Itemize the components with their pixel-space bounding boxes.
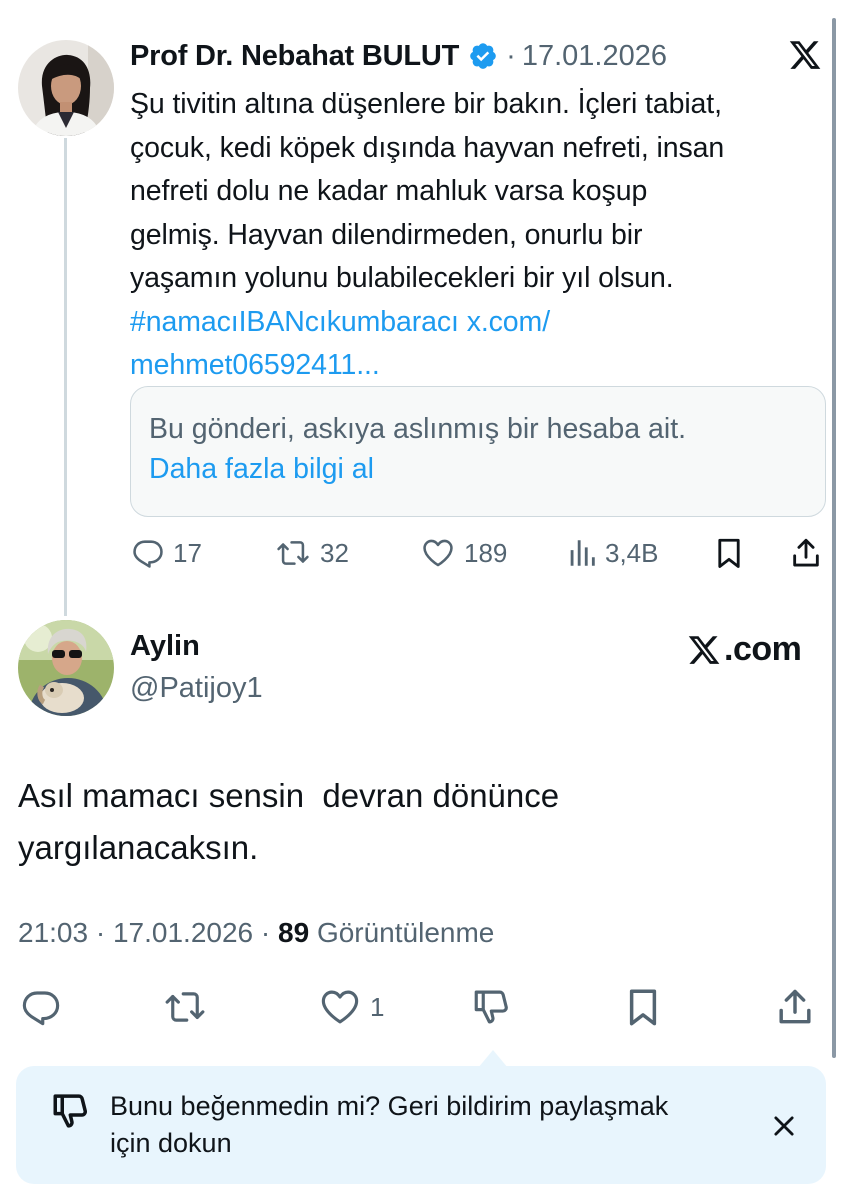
reply-text-line: Asıl mamacı sensin devran dönünce bbox=[18, 777, 560, 814]
dislike-icon bbox=[474, 990, 508, 1024]
quoted-tweet-text: Şu tivitin altına düşenlere bir bakın. İ… bbox=[130, 83, 830, 388]
quoted-author-name[interactable]: Prof Dr. Nebahat BULUT bbox=[130, 40, 459, 73]
quoted-text-line: gelmiş. Hayvan dilendirmeden, onurlu bir bbox=[130, 218, 643, 251]
hashtag-link[interactable]: #namacıIBANcıkumbaracı bbox=[130, 306, 459, 338]
views-icon bbox=[570, 540, 595, 566]
reply-button[interactable]: 17 bbox=[131, 530, 202, 576]
bookmark-button[interactable] bbox=[714, 530, 744, 576]
repost-count: 32 bbox=[320, 537, 349, 568]
close-icon[interactable] bbox=[770, 1112, 798, 1145]
feedback-message[interactable]: Bunu beğenmedin mi? Geri bildirim paylaş… bbox=[110, 1088, 668, 1162]
url-link-part2[interactable]: mehmet06592411... bbox=[130, 349, 380, 381]
quoted-text-line: çocuk, kedi köpek dışında hayvan nefreti… bbox=[130, 131, 725, 164]
reply-button[interactable] bbox=[20, 984, 62, 1030]
bookmark-icon bbox=[629, 989, 657, 1026]
repost-button[interactable]: 32 bbox=[274, 530, 349, 576]
reply-author-handle[interactable]: @Patijoy1 bbox=[130, 672, 263, 705]
repost-icon bbox=[277, 541, 309, 565]
reply-text-line: yargılanacaksın. bbox=[18, 829, 259, 866]
suspended-notice: Bu gönderi, askıya aslınmış bir hesaba a… bbox=[149, 413, 687, 445]
meta-separator: · bbox=[260, 917, 271, 948]
feedback-line: Bunu beğenmedin mi? Geri bildirim paylaş… bbox=[110, 1091, 669, 1121]
feedback-line: için dokun bbox=[110, 1128, 232, 1158]
reply-views-label: Görüntülenme bbox=[316, 917, 495, 948]
reply-action-bar: 1 bbox=[0, 984, 843, 1030]
quoted-header: Prof Dr. Nebahat BULUT · 17.01.2026 bbox=[130, 36, 667, 76]
repost-icon bbox=[165, 992, 205, 1022]
quoted-date[interactable]: 17.01.2026 bbox=[522, 40, 667, 73]
bookmark-button[interactable] bbox=[624, 984, 662, 1030]
url-link-part1[interactable]: x.com/ bbox=[467, 306, 550, 338]
like-icon bbox=[423, 539, 453, 567]
verified-badge-icon bbox=[470, 43, 496, 69]
learn-more-link[interactable]: Daha fazla bilgi al bbox=[149, 449, 807, 489]
quoted-text-line: yaşamın yolunu bulabilecekleri bir yıl o… bbox=[130, 262, 674, 294]
quoted-author-avatar[interactable] bbox=[18, 40, 114, 136]
x-com-text: .com bbox=[724, 630, 802, 668]
meta-separator: · bbox=[95, 917, 106, 948]
views-count: 3,4B bbox=[605, 537, 659, 568]
like-count: 189 bbox=[464, 537, 508, 568]
dislike-icon bbox=[50, 1090, 92, 1137]
reply-date[interactable]: 17.01.2026 bbox=[113, 917, 253, 948]
x-com-watermark: .com bbox=[686, 630, 802, 669]
repost-button[interactable] bbox=[162, 984, 208, 1030]
x-logo-icon bbox=[688, 635, 720, 664]
share-button[interactable] bbox=[776, 984, 814, 1030]
reply-author-avatar[interactable] bbox=[18, 620, 114, 716]
share-icon bbox=[779, 989, 811, 1024]
reply-icon bbox=[22, 991, 60, 1026]
reply-metadata: 21:03 · 17.01.2026 · 89 Görüntülenme bbox=[18, 917, 494, 949]
like-button[interactable]: 189 bbox=[420, 530, 507, 576]
quoted-separator: · bbox=[506, 39, 516, 72]
reply-tweet-text: Asıl mamacı sensin devran dönünce yargıl… bbox=[18, 770, 798, 874]
reply-icon bbox=[133, 540, 163, 568]
share-button[interactable] bbox=[790, 530, 822, 576]
like-button[interactable]: 1 bbox=[318, 984, 384, 1030]
dislike-button[interactable] bbox=[470, 984, 514, 1030]
x-logo-icon[interactable] bbox=[788, 38, 822, 72]
suspended-account-card: Bu gönderi, askıya aslınmış bir hesaba a… bbox=[130, 386, 826, 517]
quoted-action-bar: 17 32 189 3,4B bbox=[0, 530, 843, 576]
share-icon bbox=[793, 538, 819, 567]
reply-views-count: 89 bbox=[278, 917, 310, 948]
reply-count: 17 bbox=[173, 537, 202, 568]
reply-author-name[interactable]: Aylin bbox=[130, 630, 200, 663]
quoted-text-line: Şu tivitin altına düşenlere bir bakın. İ… bbox=[130, 88, 722, 120]
views-button[interactable]: 3,4B bbox=[567, 530, 659, 576]
like-icon bbox=[321, 990, 359, 1024]
quoted-text-line: nefreti dolu ne kadar mahluk varsa koşup bbox=[130, 175, 648, 207]
like-count: 1 bbox=[370, 991, 385, 1022]
bookmark-icon bbox=[718, 538, 740, 568]
reply-time[interactable]: 21:03 bbox=[18, 917, 88, 948]
